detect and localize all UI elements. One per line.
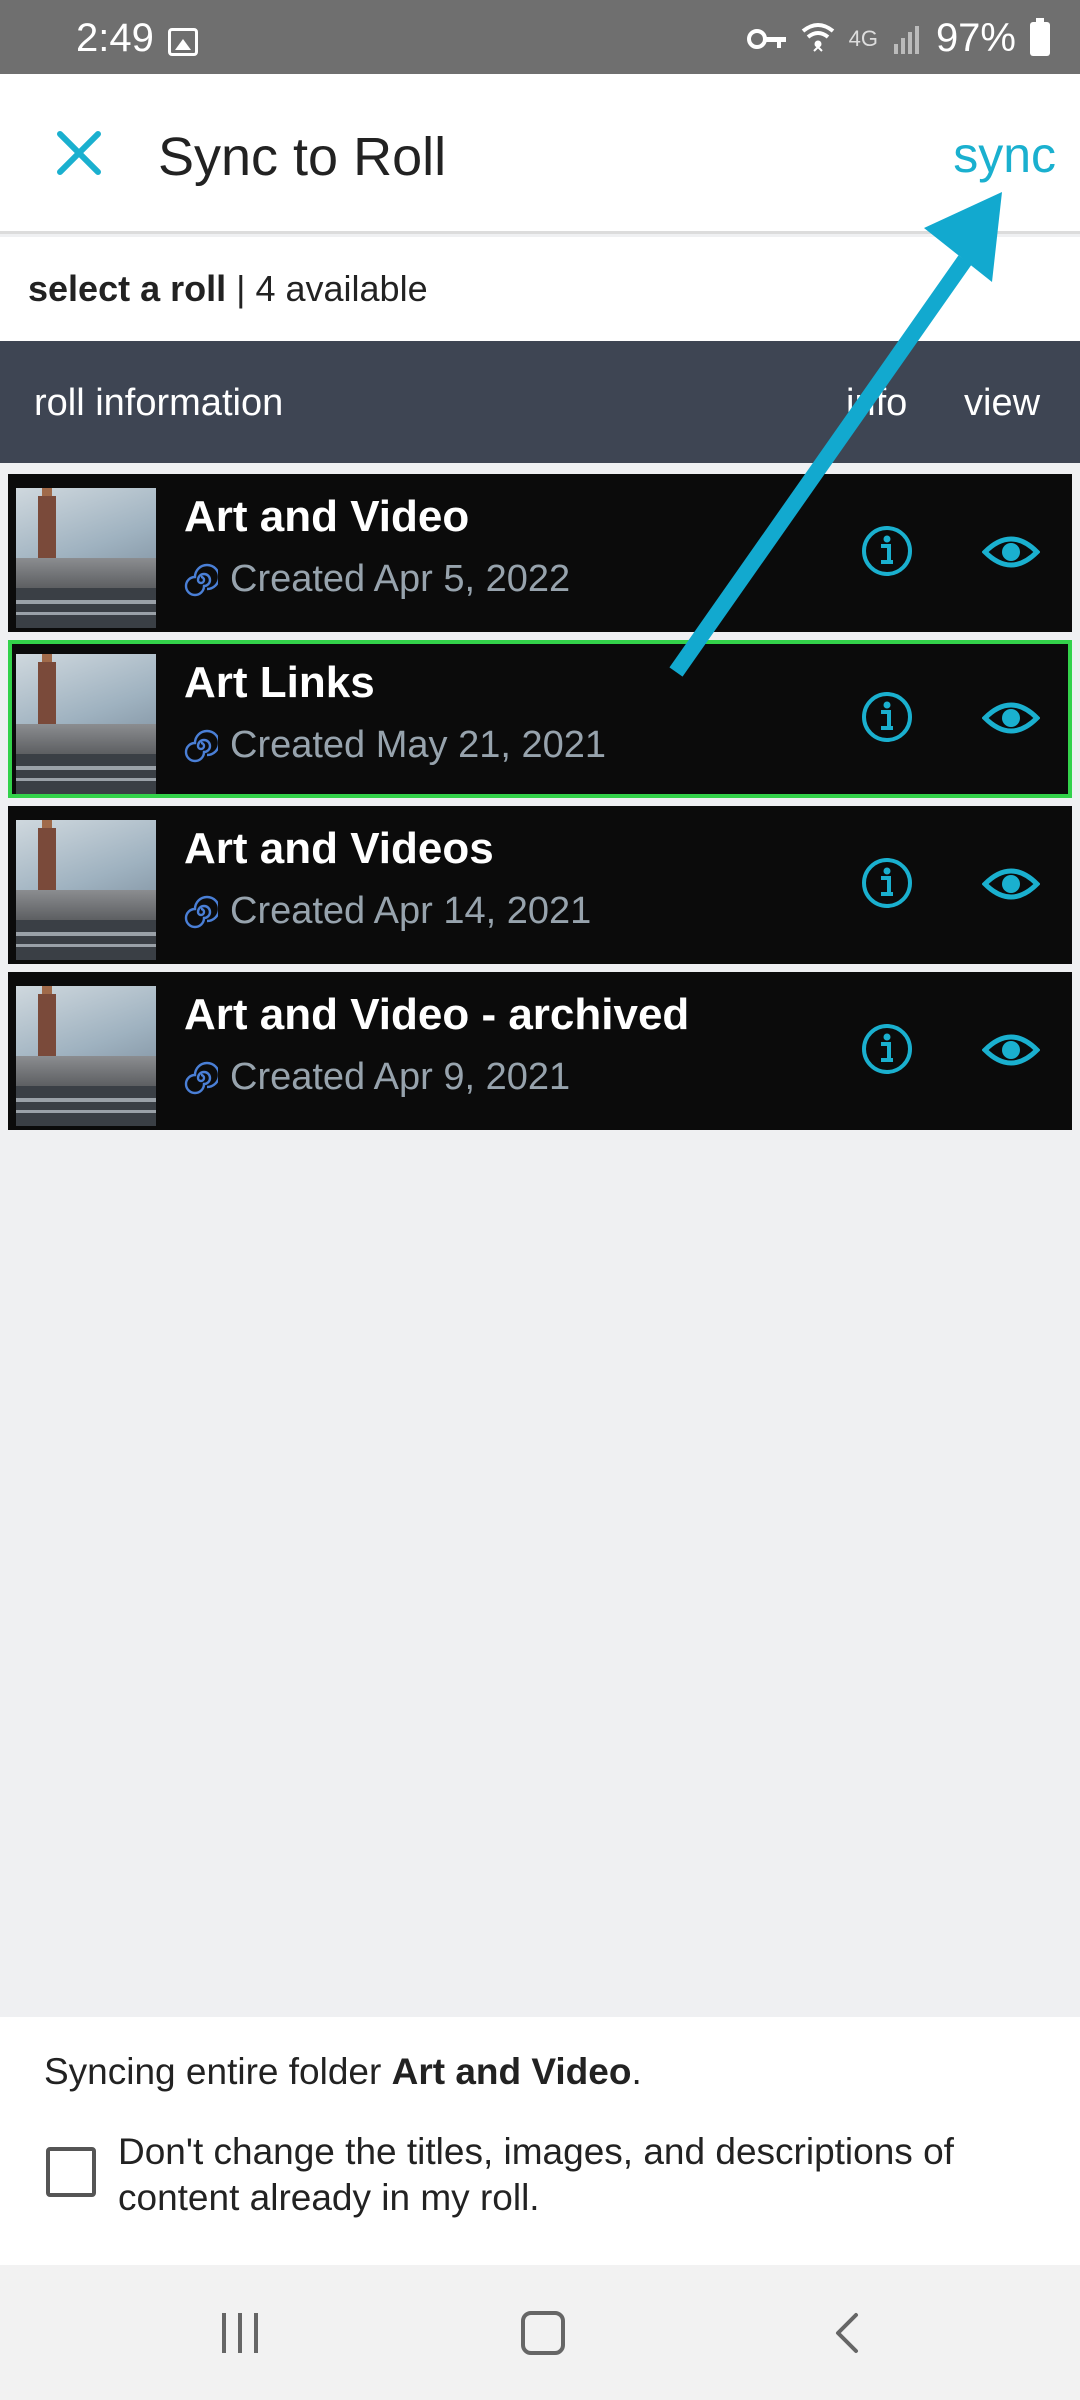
column-roll-information: roll information: [34, 382, 284, 424]
column-view: view: [964, 382, 1041, 424]
image-notification-icon: [168, 28, 198, 56]
sync-prefix: Syncing entire folder: [44, 2051, 392, 2092]
sync-button[interactable]: sync: [953, 126, 1056, 184]
status-time: 2:49: [76, 16, 154, 60]
column-header: roll information info view: [0, 341, 1080, 463]
info-icon[interactable]: [860, 856, 914, 910]
home-icon[interactable]: [521, 2311, 565, 2355]
roll-name: Art and Video: [184, 492, 470, 541]
spiral-icon: [184, 729, 218, 762]
sync-folder-message: Syncing entire folder Art and Video.: [44, 2051, 642, 2093]
battery-icon: [1030, 17, 1050, 56]
roll-row[interactable]: Art and Videos Created Apr 14, 2021: [8, 806, 1072, 964]
spiral-icon: [184, 895, 218, 928]
select-roll-label: select a roll: [28, 268, 227, 309]
roll-thumbnail: [16, 820, 156, 960]
network-type: 4G: [848, 25, 878, 51]
roll-name: Art and Videos: [184, 824, 494, 873]
recent-apps-icon[interactable]: [222, 2313, 262, 2353]
roll-meta: Created Apr 5, 2022: [184, 558, 570, 601]
battery-percent: 97%: [935, 16, 1016, 60]
system-nav-bar: [0, 2265, 1080, 2400]
roll-row[interactable]: Art and Video Created Apr 5, 2022: [8, 474, 1072, 632]
column-info: info: [846, 382, 908, 424]
sync-options-footer: Syncing entire folder Art and Video. Don…: [0, 2017, 1080, 2265]
page-title: Sync to Roll: [158, 127, 447, 187]
roll-count-summary: select a roll | 4 available: [0, 237, 1080, 341]
signal-icon: [893, 25, 919, 54]
status-bar: 2:49 4G 97%: [0, 0, 1080, 74]
info-icon[interactable]: [860, 690, 914, 744]
roll-thumbnail: [16, 986, 156, 1126]
eye-icon[interactable]: [982, 862, 1040, 906]
roll-row[interactable]: Art and Video - archived Created Apr 9, …: [8, 972, 1072, 1130]
spiral-icon: [184, 563, 218, 596]
roll-created-date: Created Apr 5, 2022: [230, 558, 571, 600]
keep-content-checkbox[interactable]: [46, 2147, 96, 2197]
roll-meta: Created Apr 9, 2021: [184, 1056, 570, 1099]
eye-icon[interactable]: [982, 530, 1040, 574]
roll-meta: Created Apr 14, 2021: [184, 890, 591, 933]
sync-folder-name: Art and Video: [391, 2051, 632, 2092]
info-icon[interactable]: [860, 524, 914, 578]
roll-thumbnail: [16, 654, 156, 794]
eye-icon[interactable]: [982, 1028, 1040, 1072]
back-icon[interactable]: [830, 2311, 864, 2355]
roll-created-date: Created Apr 14, 2021: [230, 890, 592, 932]
wifi-icon: [801, 22, 834, 52]
roll-name: Art Links: [184, 658, 375, 707]
roll-row[interactable]: Art Links Created May 21, 2021: [8, 640, 1072, 798]
info-icon[interactable]: [860, 1022, 914, 1076]
available-count: | 4 available: [226, 268, 428, 309]
sync-suffix: .: [631, 2051, 642, 2092]
eye-icon[interactable]: [982, 696, 1040, 740]
roll-created-date: Created Apr 9, 2021: [230, 1056, 571, 1098]
roll-created-date: Created May 21, 2021: [230, 724, 607, 766]
roll-name: Art and Video - archived: [184, 990, 690, 1039]
close-icon[interactable]: [52, 126, 106, 180]
roll-thumbnail: [16, 488, 156, 628]
spiral-icon: [184, 1061, 218, 1094]
vpn-key-icon: [746, 28, 786, 49]
roll-meta: Created May 21, 2021: [184, 724, 606, 767]
app-bar: Sync to Roll sync: [0, 74, 1080, 234]
status-icons: 4G 97%: [746, 16, 1050, 61]
keep-content-label[interactable]: Don't change the titles, images, and des…: [118, 2129, 1038, 2221]
